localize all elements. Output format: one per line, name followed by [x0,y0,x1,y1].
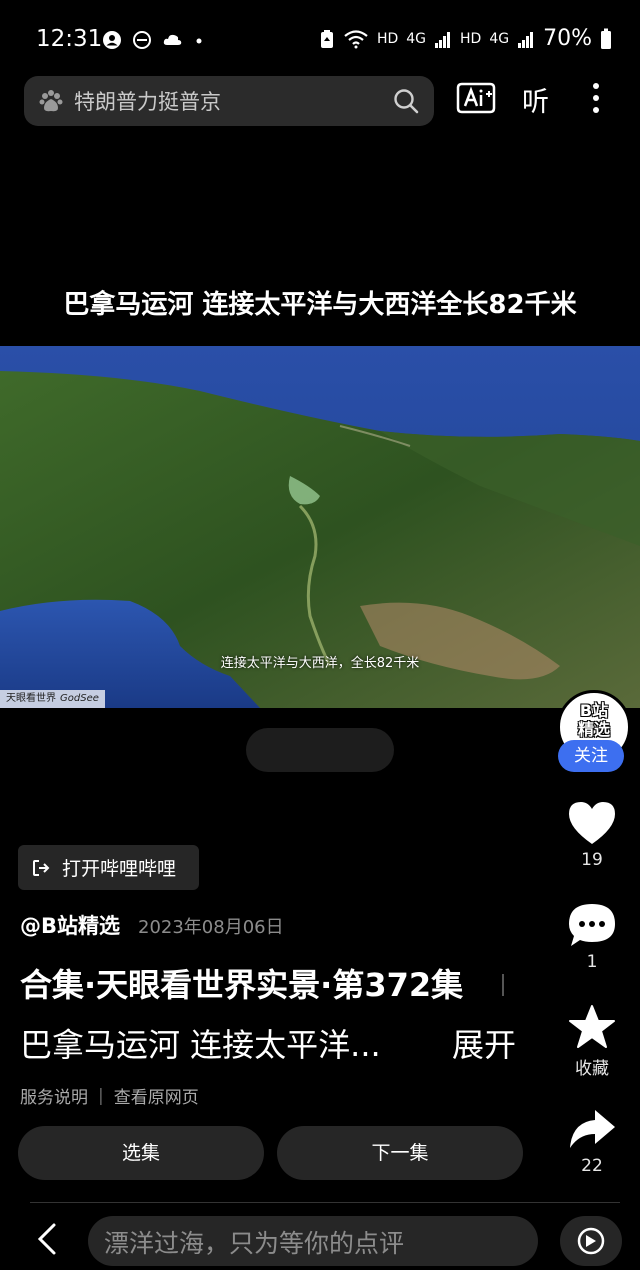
comment-bubble-icon[interactable] [567,902,617,948]
bottom-divider [30,1202,620,1203]
watermark-en: GodSee [60,693,99,704]
do-not-disturb-icon [133,31,151,49]
favorite-action[interactable]: 收藏 [557,1004,627,1079]
share-action[interactable]: 22 [557,1106,627,1176]
network-label-3: HD [460,30,482,47]
baidu-paw-icon [39,90,63,112]
watermark-cn: 天眼看世界 [6,693,56,704]
avatar-line-2: 精选 [577,720,610,739]
avatar-logo-text: B站 精选 [560,701,628,739]
status-bar: 12:31 HD 4G HD 4G 70% [0,0,640,80]
battery-percent: 70% [543,26,592,51]
video-player[interactable]: 连接太平洋与大西洋，全长82千米 天眼看世界 GodSee [0,346,640,708]
signal-icon [435,31,451,48]
share-count: 22 [581,1156,603,1176]
back-arrow-icon[interactable] [36,1222,58,1256]
video-subtitle: 连接太平洋与大西洋，全长82千米 [220,656,420,671]
comment-count: 1 [586,952,598,972]
follow-button[interactable]: 关注 [558,740,624,772]
video-watermark: 天眼看世界 GodSee [0,690,105,708]
search-icon[interactable] [392,87,420,115]
select-episode-button[interactable]: 选集 [18,1126,264,1180]
open-bilibili-button[interactable]: 打开哔哩哔哩 [18,845,199,890]
battery-icon [601,28,611,49]
search-bar[interactable]: 特朗普力挺普京 [24,76,434,126]
heart-icon[interactable] [567,800,617,846]
more-options-icon[interactable] [590,82,602,114]
author-name[interactable]: @B站精选 [20,910,120,940]
status-icons [102,30,204,50]
search-input[interactable]: 特朗普力挺普京 [74,86,221,116]
video-title: 合集·天眼看世界实景·第372集 [20,966,464,1004]
star-icon[interactable] [567,1004,617,1050]
status-right: HD 4G HD 4G 70% [319,26,612,51]
battery-saver-icon [320,29,333,48]
view-original-link[interactable]: 查看原网页 [114,1083,199,1108]
open-external-icon [33,859,50,876]
comment-action[interactable]: 1 [557,902,627,972]
title-divider [502,974,504,996]
favorite-label: 收藏 [575,1059,609,1079]
video-progress-pill[interactable] [246,728,394,772]
ai-assistant-icon[interactable] [456,80,496,116]
network-label-2: 4G [406,30,427,47]
expand-button[interactable]: 展开 [452,1020,516,1066]
signal-icon [518,31,534,48]
link-separator: | [98,1085,104,1106]
video-description: 巴拿马运河 连接太平洋... [20,1026,381,1064]
publish-date: 2023年08月06日 [138,917,284,938]
info-links: 服务说明 | 查看原网页 [20,1083,199,1109]
refresh-button[interactable] [560,1216,622,1266]
next-episode-button[interactable]: 下一集 [277,1126,523,1180]
comment-input[interactable]: 漂洋过海，只为等你的点评 [88,1216,538,1266]
dot-icon [196,38,202,44]
like-count: 19 [581,850,603,870]
video-headline: 巴拿马运河 连接太平洋与大西洋全长82千米 [63,290,577,320]
network-label-1: HD [376,30,399,47]
service-info-link[interactable]: 服务说明 [20,1083,88,1108]
cloud-icon [163,34,182,45]
share-arrow-icon[interactable] [567,1106,617,1152]
network-label-4: 4G [489,30,510,47]
comment-placeholder: 漂洋过海，只为等你的点评 [104,1229,405,1258]
listen-button[interactable]: 听 [522,80,549,119]
refresh-icon [577,1227,605,1255]
account-icon [103,31,121,49]
clock: 12:31 [36,26,103,52]
like-action[interactable]: 19 [557,800,627,870]
wifi-icon [344,29,368,48]
open-bilibili-label: 打开哔哩哔哩 [62,858,177,880]
avatar-line-1: B站 [579,701,609,720]
